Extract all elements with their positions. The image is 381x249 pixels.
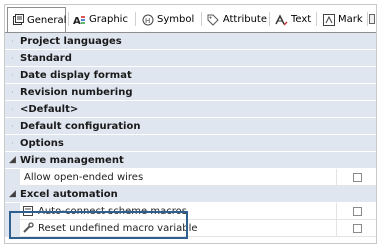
property-label: Reset undefined macro variable	[38, 222, 198, 234]
property-row-auto-connect-scheme-macros[interactable]: Auto-connect scheme macros	[5, 202, 376, 220]
category-label: <Default>	[20, 103, 79, 115]
collapsed-marker-icon: ·	[11, 53, 14, 63]
tab-text[interactable]: Text	[271, 8, 315, 31]
tab-graphic[interactable]: A Graphic	[69, 8, 133, 31]
properties-panel: General A Graphic H Symbol Attribute Tex…	[4, 4, 377, 244]
expand-triangle-icon[interactable]: ◢	[5, 186, 20, 203]
tab-symbol-label: Symbol	[157, 14, 195, 25]
collapsed-marker-icon: ·	[11, 121, 14, 131]
category-label: Project languages	[20, 35, 122, 47]
more-tabs-icon[interactable]	[369, 14, 375, 24]
tab-graphic-label: Graphic	[89, 14, 128, 25]
collapsed-marker-icon: ·	[11, 87, 14, 97]
tab-mark[interactable]: Mark	[318, 8, 366, 31]
wrench-icon	[22, 222, 34, 234]
tab-attribute-label: Attribute	[222, 14, 267, 25]
collapsed-marker-icon: ·	[11, 104, 14, 114]
allow-open-ended-wires-checkbox[interactable]	[352, 172, 362, 182]
tab-mark-label: Mark	[338, 14, 363, 25]
category-date-display-format[interactable]: · Date display format	[5, 67, 376, 84]
collapsed-marker-icon: ·	[11, 36, 14, 46]
property-label: Allow open-ended wires	[24, 171, 144, 183]
category-label: Revision numbering	[20, 86, 133, 98]
category-revision-numbering[interactable]: · Revision numbering	[5, 84, 376, 101]
category-label: Date display format	[20, 69, 132, 81]
property-label: Auto-connect scheme macros	[38, 205, 187, 217]
svg-text:H: H	[145, 17, 150, 25]
category-wire-management[interactable]: ◢ Wire management	[5, 152, 376, 169]
category-default-configuration[interactable]: · Default configuration	[5, 118, 376, 135]
category-excel-automation[interactable]: ◢ Excel automation	[5, 186, 376, 203]
property-row-reset-undefined-macro-variable[interactable]: Reset undefined macro variable	[5, 219, 376, 237]
auto-connect-scheme-macros-checkbox[interactable]	[352, 206, 362, 216]
category-label: Default configuration	[20, 120, 141, 132]
tab-attribute[interactable]: Attribute	[203, 8, 267, 31]
mark-icon	[322, 13, 335, 26]
reset-undefined-macro-variable-checkbox[interactable]	[352, 223, 362, 233]
category-label: Options	[20, 137, 64, 149]
tab-text-label: Text	[291, 14, 312, 25]
tab-general[interactable]: General	[7, 7, 67, 32]
graphic-icon: A	[73, 13, 86, 26]
category-default[interactable]: · <Default>	[5, 101, 376, 118]
tab-bar: General A Graphic H Symbol Attribute Tex…	[5, 5, 376, 33]
text-icon	[275, 13, 288, 26]
general-icon	[12, 14, 24, 27]
symbol-icon: H	[141, 13, 154, 26]
expand-triangle-icon[interactable]: ◢	[5, 152, 20, 169]
collapsed-marker-icon: ·	[11, 138, 14, 148]
tab-symbol[interactable]: H Symbol	[137, 8, 199, 31]
category-label: Standard	[20, 52, 72, 64]
collapsed-marker-icon: ·	[11, 70, 14, 80]
macro-icon	[22, 205, 34, 217]
tab-general-label: General	[27, 14, 67, 26]
category-project-languages[interactable]: · Project languages	[5, 33, 376, 50]
attribute-icon	[207, 13, 220, 26]
category-standard[interactable]: · Standard	[5, 50, 376, 67]
category-label: Excel automation	[20, 188, 118, 200]
category-label: Wire management	[20, 154, 124, 166]
svg-text:A: A	[73, 16, 81, 26]
category-options[interactable]: · Options	[5, 135, 376, 152]
property-row-allow-open-ended-wires[interactable]: Allow open-ended wires	[5, 168, 376, 186]
